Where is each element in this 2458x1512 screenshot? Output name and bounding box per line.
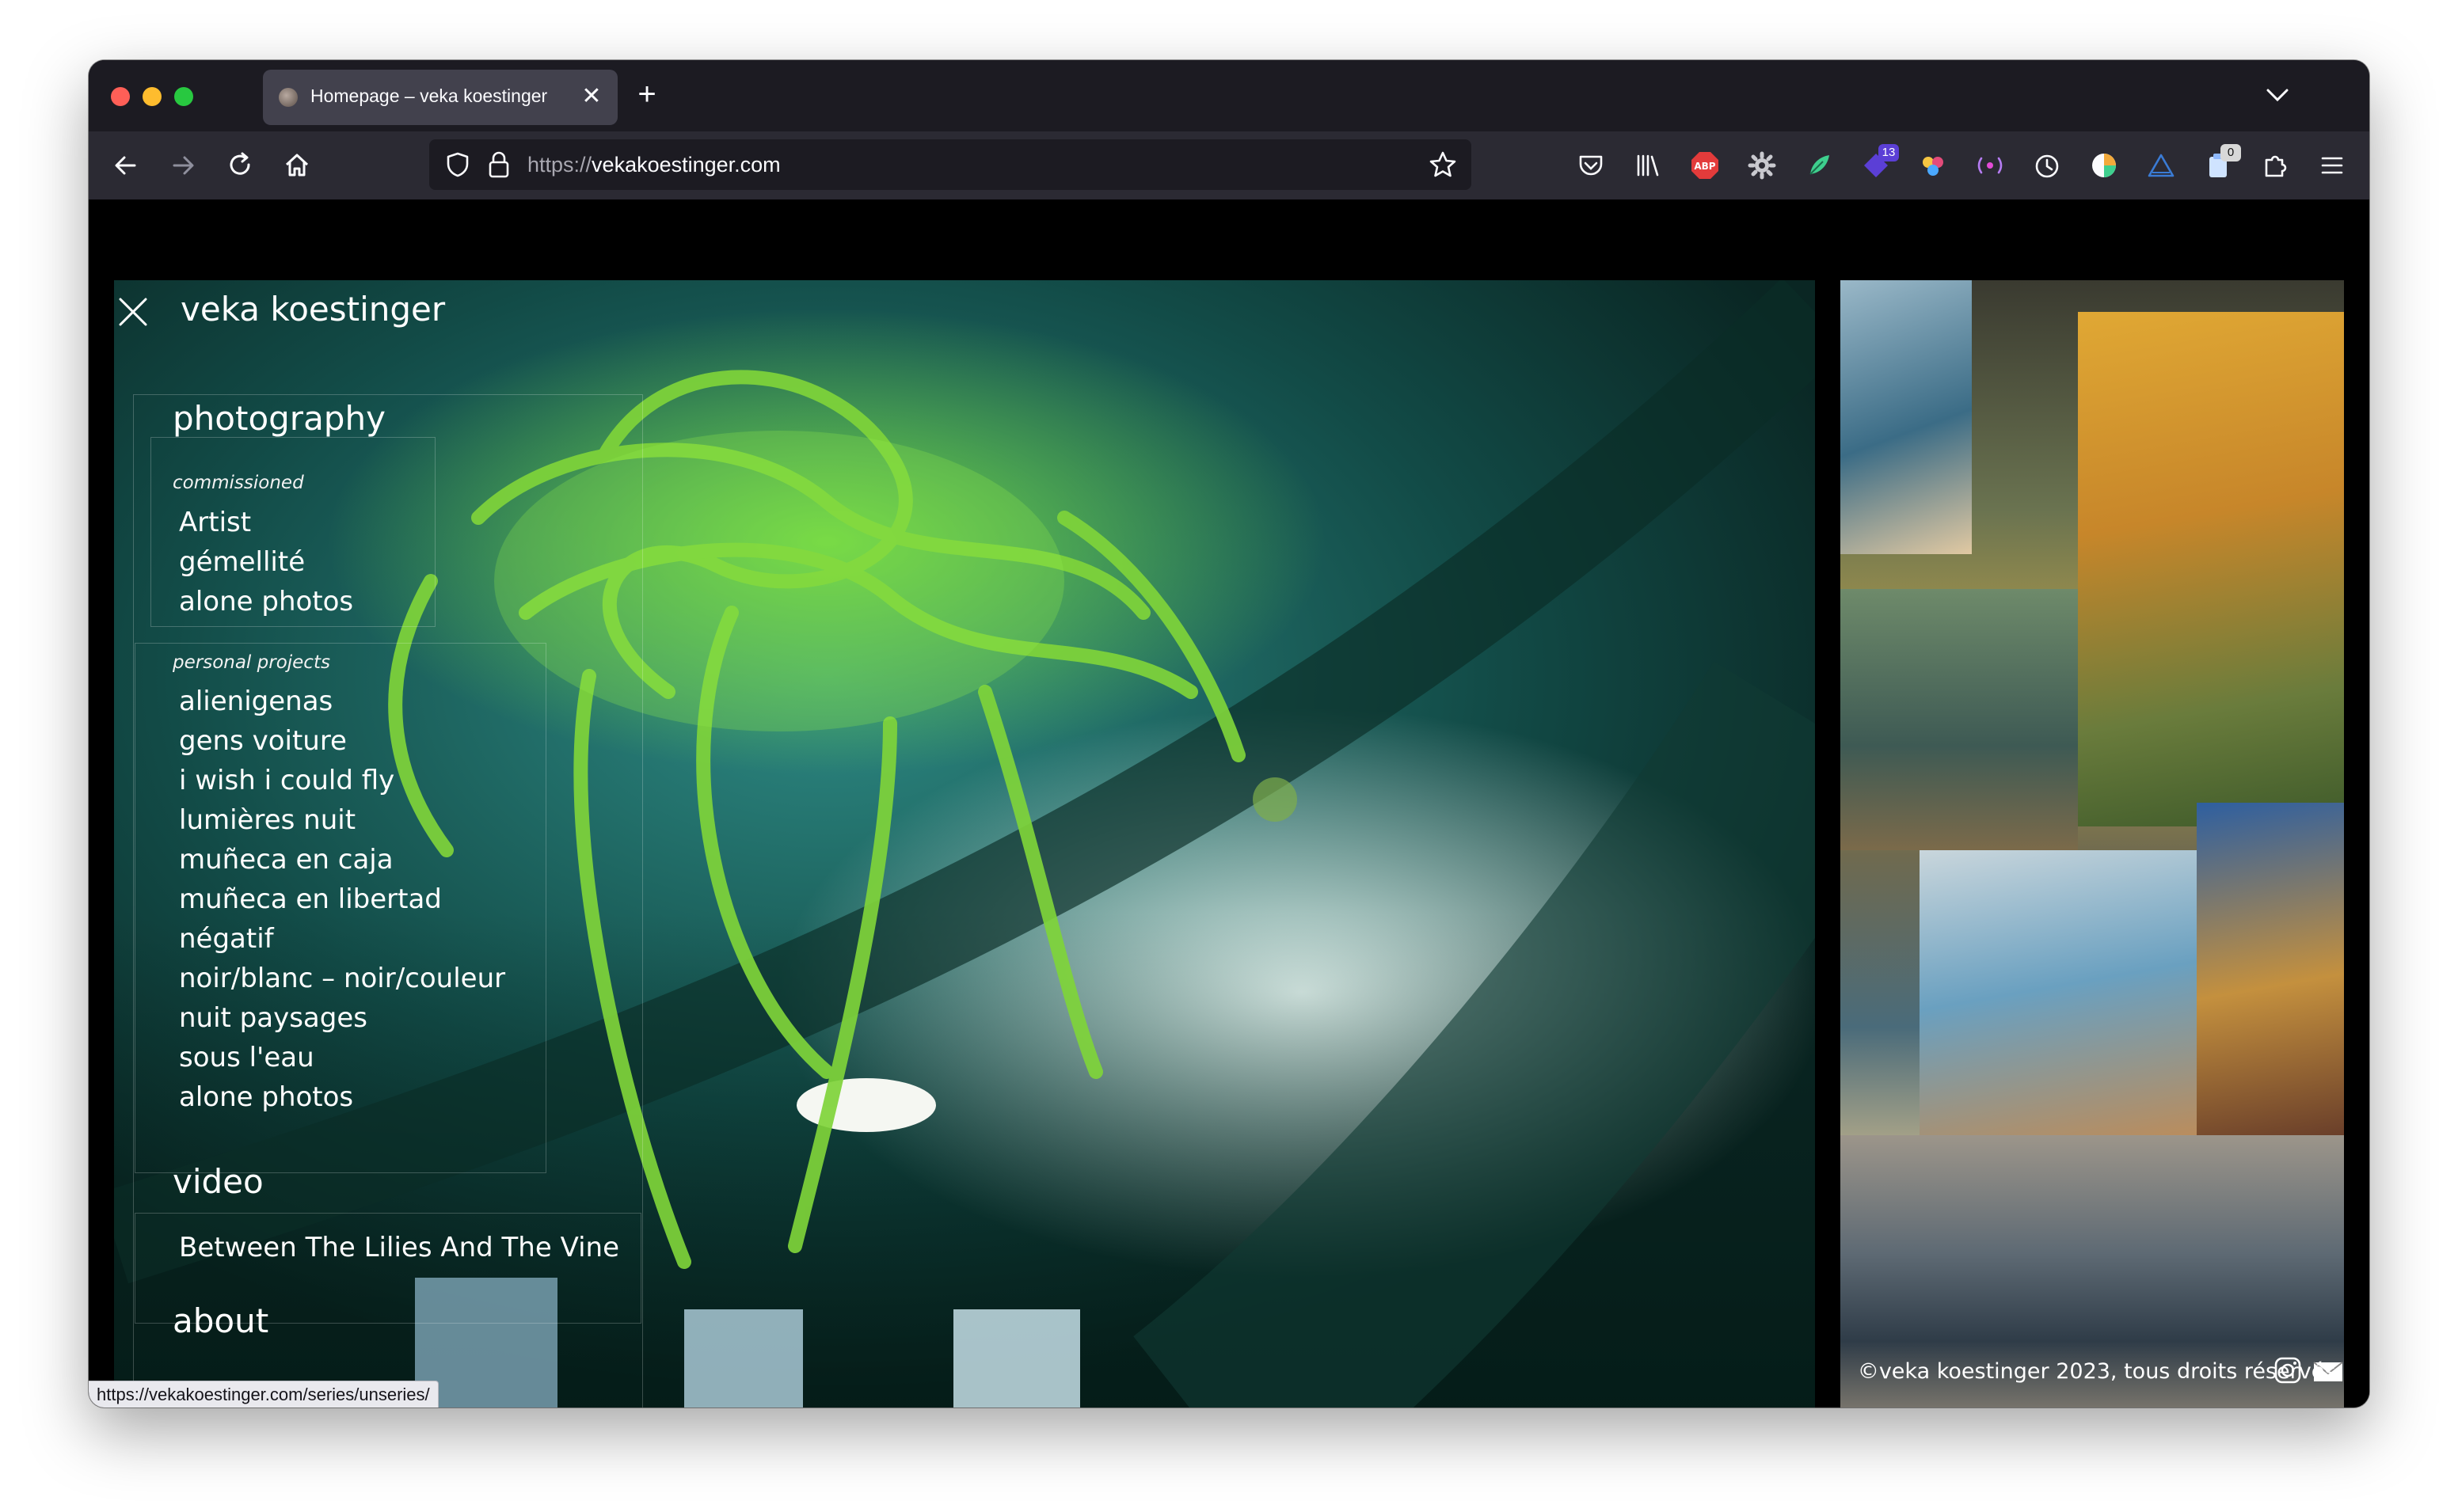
zoom-window-button[interactable] xyxy=(174,87,193,106)
menu-item[interactable]: gémellité xyxy=(179,546,305,578)
forward-icon[interactable] xyxy=(165,147,201,184)
color-wheel-icon[interactable] xyxy=(2087,149,2121,182)
leaf-icon[interactable] xyxy=(1802,149,1836,182)
menu-item[interactable]: muñeca en libertad xyxy=(179,883,442,915)
extension-badge: 0 xyxy=(2220,144,2241,161)
menu-commissioned-label: commissioned xyxy=(173,473,304,493)
menu-item[interactable]: sous l'eau xyxy=(179,1042,314,1073)
url-text[interactable]: https://vekakoestinger.com xyxy=(527,153,781,177)
painting-panel xyxy=(2197,803,2344,1135)
menu-item[interactable]: nuit paysages xyxy=(179,1002,367,1034)
tab-title: Homepage – veka koestinger xyxy=(310,85,548,106)
active-tab[interactable]: Homepage – veka koestinger ✕ xyxy=(263,70,618,125)
menu-item[interactable]: lumières nuit xyxy=(179,804,356,836)
new-tab-button[interactable]: + xyxy=(627,76,667,116)
triangle-icon[interactable] xyxy=(2144,149,2178,182)
menu-about[interactable]: about xyxy=(173,1301,268,1340)
reload-icon[interactable] xyxy=(222,147,258,184)
menu-item[interactable]: alone photos xyxy=(179,1081,353,1113)
menu-item[interactable]: i wish i could fly xyxy=(179,765,394,796)
bookmark-star-icon[interactable] xyxy=(1427,149,1459,180)
lock-icon[interactable] xyxy=(485,149,513,180)
menu-personal-label: personal projects xyxy=(173,652,330,673)
menu-item[interactable]: gens voiture xyxy=(179,725,347,757)
shield-icon[interactable] xyxy=(443,150,472,179)
menu-item[interactable]: alone photos xyxy=(179,586,353,617)
page-content: veka koestinger photography commissioned… xyxy=(89,199,2369,1408)
menu-photography[interactable]: photography xyxy=(173,399,386,438)
side-photo xyxy=(1840,280,2344,1408)
url-bar[interactable]: https://vekakoestinger.com xyxy=(429,139,1471,190)
url-host: vekakoestinger.com xyxy=(592,153,781,177)
timer-icon[interactable] xyxy=(2030,149,2064,182)
badge-icon[interactable]: 13 xyxy=(1859,144,1899,182)
balls-icon[interactable] xyxy=(1916,149,1950,182)
painting-panel xyxy=(2078,312,2344,826)
url-protocol: https:// xyxy=(527,153,592,177)
favicon-icon xyxy=(279,88,298,107)
site-title[interactable]: veka koestinger xyxy=(181,290,445,329)
menu-video[interactable]: video xyxy=(173,1162,264,1201)
menu-item[interactable]: alienigenas xyxy=(179,686,333,717)
navigation-toolbar: https://vekakoestinger.com ABP 13 0 xyxy=(89,131,2369,199)
menu-item[interactable]: négatif xyxy=(179,923,274,955)
copyright: ©veka koestinger 2023, tous droits réser… xyxy=(1857,1359,2342,1384)
gear-icon[interactable] xyxy=(1745,149,1779,182)
menu-item[interactable]: Between The Lilies And The Vine xyxy=(179,1232,619,1263)
wave-icon[interactable] xyxy=(1973,149,2007,182)
menu-item[interactable]: muñeca en caja xyxy=(179,844,394,876)
status-bar-url: https://vekakoestinger.com/series/unseri… xyxy=(89,1381,439,1408)
chevron-down-icon[interactable] xyxy=(2262,79,2293,111)
minimize-window-button[interactable] xyxy=(143,87,162,106)
tab-close-icon[interactable]: ✕ xyxy=(580,81,603,112)
back-icon[interactable] xyxy=(108,147,144,184)
menu-icon[interactable] xyxy=(2315,149,2349,182)
menu-item[interactable]: Artist xyxy=(179,507,251,538)
close-window-button[interactable] xyxy=(111,87,130,106)
painting-panel xyxy=(1840,280,1972,554)
browser-window: Homepage – veka koestinger ✕ + https://v… xyxy=(89,60,2369,1408)
library-icon[interactable] xyxy=(1631,149,1665,182)
clipboard-icon[interactable]: 0 xyxy=(2201,144,2241,182)
painting-panel xyxy=(1920,850,2236,1151)
extensions-icon[interactable] xyxy=(2258,149,2292,182)
tab-bar: Homepage – veka koestinger ✕ + xyxy=(89,60,2369,131)
pocket-icon[interactable] xyxy=(1574,149,1608,182)
painting-panel xyxy=(1840,589,2078,850)
menu-item[interactable]: noir/blanc – noir/couleur xyxy=(179,963,505,994)
extension-badge: 13 xyxy=(1878,144,1899,161)
adblock-icon[interactable]: ABP xyxy=(1688,149,1722,182)
svg-text:ABP: ABP xyxy=(1694,161,1715,172)
close-menu-icon[interactable] xyxy=(116,294,150,329)
home-icon[interactable] xyxy=(279,147,315,184)
